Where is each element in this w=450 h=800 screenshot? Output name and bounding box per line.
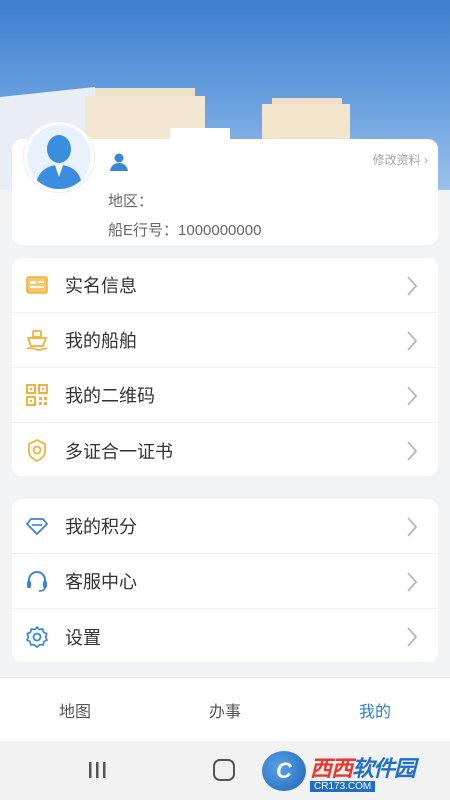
menu-item-label: 实名信息 — [65, 276, 137, 296]
id-card-icon — [25, 273, 49, 297]
ship-icon — [25, 328, 49, 352]
user-icon — [110, 153, 128, 171]
ship-id-label: 船E行号：1000000000 — [108, 222, 262, 239]
qrcode-icon — [25, 383, 49, 407]
menu-item-real-name-info[interactable]: 实名信息 — [12, 258, 438, 313]
avatar[interactable] — [24, 122, 94, 192]
chevron-right-icon — [407, 441, 418, 461]
avatar-person-icon — [27, 125, 91, 189]
profile-card: 修改资料 › 地区： 船E行号：1000000000 — [12, 122, 438, 245]
chevron-right-icon — [407, 276, 418, 296]
watermark-emblem: C — [262, 751, 306, 791]
edit-profile-link[interactable]: 修改资料 › — [373, 151, 428, 168]
menu-item-my-qrcode[interactable]: 我的二维码 — [12, 368, 438, 423]
watermark-text: 软件园 — [352, 755, 416, 781]
region-label: 地区： — [108, 193, 154, 210]
chevron-right-icon — [407, 331, 418, 351]
menu-item-multi-certificate[interactable]: 多证合一证书 — [12, 423, 438, 478]
watermark-subtext: CR173.COM — [310, 780, 376, 792]
tab-mine[interactable]: 我的 — [300, 678, 450, 741]
menu-item-label: 我的积分 — [65, 517, 137, 537]
gear-icon — [25, 625, 49, 649]
diamond-icon — [25, 514, 49, 538]
menu-item-my-ships[interactable]: 我的船舶 — [12, 313, 438, 368]
bottom-tabbar: 地图 办事 我的 — [0, 677, 450, 741]
menu-item-label: 我的船舶 — [65, 331, 137, 351]
edit-profile-label: 修改资料 — [372, 153, 421, 167]
system-nav-bar: C 西西软件园 CR173.COM — [0, 741, 450, 800]
menu-item-label: 我的二维码 — [65, 386, 155, 406]
recent-apps-icon[interactable] — [86, 761, 108, 779]
chevron-right-icon: › — [424, 153, 428, 167]
chevron-right-icon — [407, 627, 418, 647]
menu-item-label: 多证合一证书 — [65, 441, 173, 462]
home-button-icon[interactable] — [213, 759, 235, 781]
chevron-right-icon — [407, 572, 418, 592]
menu-item-customer-service[interactable]: 客服中心 — [12, 554, 438, 609]
tab-services[interactable]: 办事 — [150, 678, 300, 741]
certificate-icon — [25, 438, 49, 463]
menu-item-settings[interactable]: 设置 — [12, 609, 438, 664]
watermark-logo: C 西西软件园 CR173.COM — [262, 749, 432, 793]
menu-group-personal: 实名信息 我的船舶 我的二维码 多证合一证书 — [12, 258, 438, 476]
menu-item-my-points[interactable]: 我的积分 — [12, 499, 438, 554]
menu-item-label: 设置 — [65, 627, 101, 648]
tab-map[interactable]: 地图 — [0, 678, 150, 741]
chevron-right-icon — [407, 517, 418, 537]
watermark-text: 西西 — [310, 755, 353, 781]
menu-item-label: 客服中心 — [65, 572, 137, 592]
menu-group-service: 我的积分 客服中心 设置 — [12, 499, 438, 662]
headset-icon — [25, 569, 49, 593]
chevron-right-icon — [407, 386, 418, 406]
